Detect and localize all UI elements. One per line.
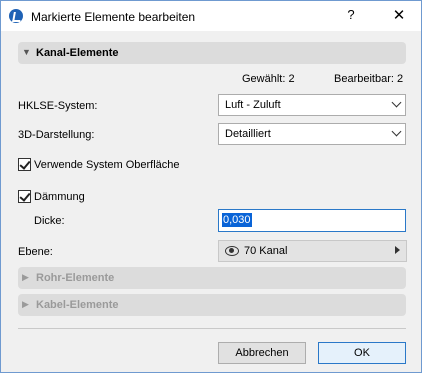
system-label: HKLSE-System: bbox=[18, 100, 98, 112]
ok-button[interactable]: OK bbox=[318, 342, 406, 364]
thickness-value: 0,030 bbox=[222, 213, 252, 227]
archicad-logo-icon bbox=[9, 9, 23, 23]
system-dropdown[interactable]: Luft - Zuluft bbox=[218, 94, 406, 116]
expand-right-icon: ▶ bbox=[22, 299, 29, 309]
use-surface-label: Verwende System Oberfläche bbox=[34, 159, 180, 171]
thickness-label: Dicke: bbox=[34, 215, 65, 227]
eye-icon bbox=[225, 246, 239, 256]
window-title: Markierte Elemente bearbeiten bbox=[31, 10, 196, 24]
display-dropdown-value: Detailliert bbox=[225, 128, 271, 140]
chevron-down-icon bbox=[391, 97, 402, 108]
close-button[interactable]: ✕ bbox=[386, 6, 412, 26]
expand-right-icon: ▶ bbox=[22, 272, 29, 282]
help-button[interactable]: ? bbox=[341, 7, 361, 25]
insulation-label: Dämmung bbox=[34, 191, 85, 203]
use-surface-checkbox[interactable] bbox=[18, 158, 31, 171]
checkmark-icon bbox=[19, 190, 31, 202]
display-dropdown[interactable]: Detailliert bbox=[218, 123, 406, 145]
section-kanal-label: Kanal-Elemente bbox=[36, 47, 119, 59]
title-bar: Markierte Elemente bearbeiten ? ✕ bbox=[1, 1, 421, 31]
cancel-button[interactable]: Abbrechen bbox=[218, 342, 306, 364]
insulation-checkbox[interactable] bbox=[18, 190, 31, 203]
chevron-down-icon bbox=[391, 126, 402, 137]
display-label: 3D-Darstellung: bbox=[18, 129, 95, 141]
section-kanal-header[interactable]: ▼ Kanal-Elemente bbox=[18, 42, 406, 64]
editable-count: Bearbeitbar: 2 bbox=[334, 73, 404, 85]
checkmark-icon bbox=[19, 158, 31, 170]
section-kabel-label: Kabel-Elemente bbox=[36, 299, 119, 311]
layer-value: 70 Kanal bbox=[244, 245, 288, 257]
arrow-right-icon bbox=[395, 246, 400, 254]
layer-selector[interactable]: 70 Kanal bbox=[218, 240, 407, 262]
selected-count: Gewählt: 2 bbox=[242, 73, 295, 85]
section-kabel-header[interactable]: ▶ Kabel-Elemente bbox=[18, 294, 406, 316]
divider bbox=[18, 328, 406, 329]
section-rohr-header[interactable]: ▶ Rohr-Elemente bbox=[18, 267, 406, 289]
thickness-input[interactable]: 0,030 bbox=[218, 209, 406, 232]
system-dropdown-value: Luft - Zuluft bbox=[225, 99, 281, 111]
section-rohr-label: Rohr-Elemente bbox=[36, 272, 115, 284]
layer-label: Ebene: bbox=[18, 246, 53, 258]
dialog-window: Markierte Elemente bearbeiten ? ✕ ▼ Kana… bbox=[0, 0, 422, 373]
expand-down-icon: ▼ bbox=[22, 47, 31, 57]
